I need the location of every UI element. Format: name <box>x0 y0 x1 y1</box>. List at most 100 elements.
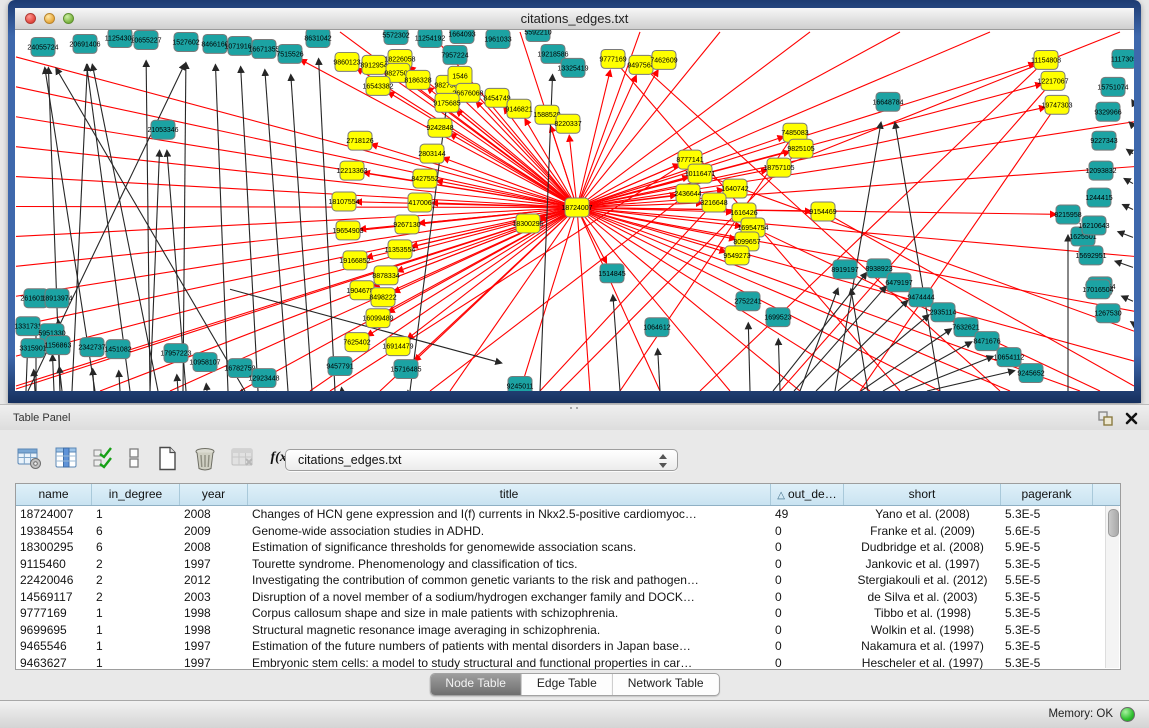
graph-edge <box>577 167 1134 208</box>
graph-node-label: 16954754 <box>737 225 768 232</box>
graph-edge <box>1124 179 1133 184</box>
column-header-name[interactable]: name <box>16 484 92 505</box>
table-cell: 5.3E-5 <box>1001 638 1093 655</box>
table-cell: 2 <box>92 572 180 589</box>
network-canvas[interactable]: 2405572420691406112543031065522715276028… <box>15 30 1134 391</box>
table-cell: 5.3E-5 <box>1001 506 1093 523</box>
graph-edge <box>641 65 1000 391</box>
graph-edge <box>16 208 577 237</box>
table-columns-icon[interactable] <box>54 445 80 471</box>
graph-node-label: 16543382 <box>362 83 393 90</box>
new-file-icon[interactable] <box>154 445 180 471</box>
table-type-tabs: Node Table Edge Table Network Table <box>429 673 719 696</box>
graph-edge <box>34 370 35 391</box>
float-panel-icon[interactable] <box>1097 410 1113 426</box>
column-header-title[interactable]: title <box>248 484 771 505</box>
table-row[interactable]: 946554611997Estimation of the future num… <box>16 638 1120 655</box>
scrollbar-thumb[interactable] <box>1108 509 1119 537</box>
graph-node-label: 1064612 <box>643 325 670 332</box>
panel-resize-grip[interactable] <box>567 406 581 411</box>
graph-node-label: 9825105 <box>787 146 814 153</box>
graph-node-label: 8471676 <box>973 339 1000 346</box>
graph-node-label: 18757105 <box>763 165 794 172</box>
graph-node-label: 11154808 <box>1031 57 1061 64</box>
graph-edge <box>1132 100 1133 102</box>
graph-node-label: 8631042 <box>304 35 331 42</box>
node-table: namein_degreeyeartitle△out_de…shortpager… <box>15 483 1121 670</box>
select-rows-icon[interactable] <box>92 445 114 471</box>
table-cell: 2003 <box>180 589 248 606</box>
table-row[interactable]: 1938455462009Genome-wide association stu… <box>16 523 1120 540</box>
table-cell: 0 <box>771 523 844 540</box>
table-cell: 9777169 <box>16 605 92 622</box>
window-titlebar[interactable]: citations_edges.txt <box>15 8 1134 30</box>
table-cell: Stergiakouli et al. (2012) <box>844 572 1001 589</box>
table-row[interactable]: 946362711997Embryonic stem cells: a mode… <box>16 655 1120 671</box>
graph-node-label: 19747303 <box>1041 102 1072 109</box>
graph-node-label: 20691406 <box>69 41 100 48</box>
table-row[interactable]: 1456911722003Disruption of a novel membe… <box>16 589 1120 606</box>
graph-node-label: 2436644 <box>674 191 701 198</box>
column-header-indegree[interactable]: in_degree <box>92 484 180 505</box>
graph-edge <box>540 203 714 391</box>
graph-node-label: 10654112 <box>994 355 1025 362</box>
table-cell: 1998 <box>180 622 248 639</box>
close-panel-icon[interactable] <box>1123 410 1139 426</box>
column-header-short[interactable]: short <box>844 484 1001 505</box>
graph-edge <box>291 75 312 391</box>
table-cell: Estimation of the future numbers of pati… <box>248 638 771 655</box>
graph-node-label: 1156863 <box>45 343 72 350</box>
graph-node-label: 8215958 <box>1054 212 1081 219</box>
table-cell: Tibbo et al. (1998) <box>844 605 1001 622</box>
graph-node-label: 8938923 <box>865 266 892 273</box>
graph-node-label: 16671355 <box>248 46 279 53</box>
table-row[interactable]: 969969511998Structural magnetic resonanc… <box>16 622 1120 639</box>
graph-edge <box>1118 232 1133 238</box>
rows-icon[interactable] <box>126 445 142 471</box>
tab-node-table[interactable]: Node Table <box>430 674 522 695</box>
table-cell: 1 <box>92 638 180 655</box>
graph-edge <box>773 273 867 391</box>
column-header-pagerank[interactable]: pagerank <box>1001 484 1093 505</box>
tab-network-table[interactable]: Network Table <box>613 674 719 695</box>
column-header-outde[interactable]: △out_de… <box>771 484 844 505</box>
table-cell: Investigating the contribution of common… <box>248 572 771 589</box>
tab-edge-table[interactable]: Edge Table <box>522 674 613 695</box>
graph-node-label: 1546 <box>452 73 468 80</box>
graph-node-label: 8919197 <box>831 267 858 274</box>
table-cell: 2 <box>92 589 180 606</box>
graph-node-label: 16782759 <box>224 366 255 373</box>
trash-icon[interactable] <box>192 445 218 471</box>
table-row[interactable]: 911546021997Tourette syndrome. Phenomeno… <box>16 556 1120 573</box>
table-row[interactable]: 977716911998Corpus callosum shape and si… <box>16 605 1120 622</box>
table-row[interactable]: 1872400712008Changes of HCN gene express… <box>16 506 1120 523</box>
graph-edge <box>16 208 577 297</box>
table-settings-icon[interactable] <box>16 445 42 471</box>
graph-edge <box>577 122 1134 208</box>
column-header-year[interactable]: year <box>180 484 248 505</box>
table-cell: Changes of HCN gene expression and I(f) … <box>248 506 771 523</box>
graph-edge <box>206 384 207 391</box>
network-table-selector[interactable]: citations_edges.txt <box>285 449 678 471</box>
table-cell: de Silva et al. (2003) <box>844 589 1001 606</box>
graph-edge <box>577 208 800 391</box>
table-row[interactable]: 2242004622012Investigating the contribut… <box>16 572 1120 589</box>
table-row[interactable]: 1830029562008Estimation of significance … <box>16 539 1120 556</box>
graph-node-label: 19166852 <box>339 258 370 265</box>
table-cell: 19384554 <box>16 523 92 540</box>
table-vertical-scrollbar[interactable] <box>1105 506 1119 668</box>
graph-node-label: 417006 <box>408 200 431 207</box>
table-cell: 1997 <box>180 655 248 671</box>
graph-node-label: 16914479 <box>382 344 413 351</box>
graph-node-label: 9175685 <box>433 100 460 107</box>
graph-node-label: 2718126 <box>346 138 373 145</box>
graph-node-label: 12923448 <box>248 376 279 383</box>
graph-node-label: 8498222 <box>369 295 396 302</box>
screen: citations_edges.txt 24055724206914061125… <box>0 0 1149 727</box>
graph-node-label: 19218586 <box>537 51 568 58</box>
delete-table-icon[interactable] <box>230 445 256 471</box>
table-header-row: namein_degreeyeartitle△out_de…shortpager… <box>16 484 1120 506</box>
graph-node-label: 1616426 <box>730 210 757 217</box>
table-cell: Jankovic et al. (1997) <box>844 556 1001 573</box>
graph-node-label: 16210643 <box>1078 223 1109 230</box>
